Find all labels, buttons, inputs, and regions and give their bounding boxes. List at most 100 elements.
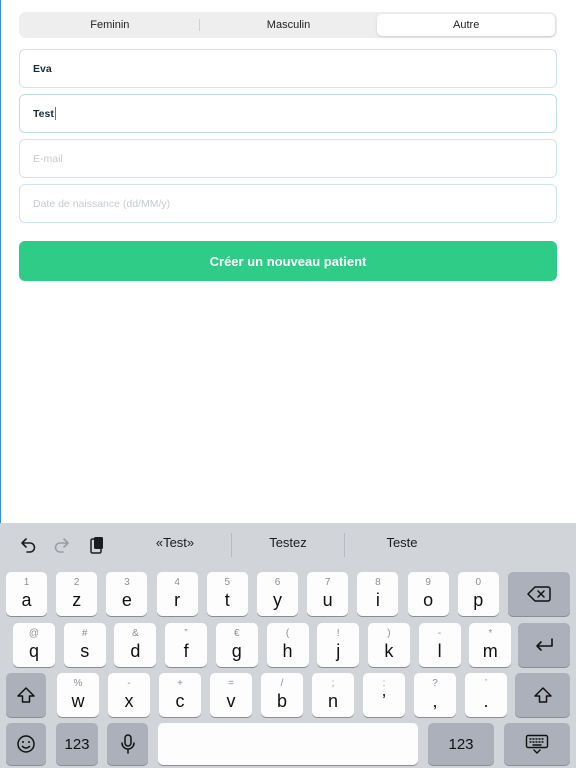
numbers-key-label: 123	[64, 735, 90, 753]
key-secondary-label: )	[387, 628, 391, 639]
key-row2-9[interactable]: * m	[469, 623, 512, 667]
key-secondary-label: ”	[184, 628, 188, 639]
last-name-field[interactable]: Test	[19, 94, 557, 133]
key-primary-label: z	[72, 590, 82, 610]
key-primary-label: n	[327, 691, 338, 711]
key-row2-8[interactable]: -l	[418, 623, 461, 667]
key-row1-4[interactable]: 5t	[206, 572, 248, 616]
suggestion-3[interactable]: Teste	[347, 535, 457, 550]
segment-feminin[interactable]: Feminin	[21, 14, 199, 36]
key-primary-label: .	[483, 691, 489, 711]
key-secondary-label: 0	[475, 577, 482, 588]
key-secondary-label: -	[127, 678, 131, 689]
key-row2-3[interactable]: ” f	[165, 623, 208, 667]
return-key[interactable]	[518, 623, 570, 667]
delete-key[interactable]	[508, 572, 570, 616]
key-secondary-label: 2	[73, 577, 80, 588]
key-primary-label: u	[322, 590, 333, 610]
key-secondary-label: 1	[23, 577, 30, 588]
key-primary-label: t	[224, 590, 230, 610]
key-primary-label: e	[121, 590, 132, 610]
keyboard-dismiss-icon	[525, 734, 549, 754]
key-row3-4[interactable]: / b	[261, 673, 303, 717]
email-placeholder: E-mail	[33, 152, 63, 165]
key-row2-0[interactable]: @ q	[13, 623, 55, 667]
key-secondary-label: +	[177, 678, 183, 689]
numbers-key-left[interactable]: 123	[56, 723, 98, 765]
key-secondary-label: 9	[425, 577, 431, 588]
dismiss-keyboard-key[interactable]	[504, 723, 570, 765]
key-row2-6[interactable]: ! j	[317, 623, 360, 667]
key-row3-8[interactable]: ’.	[465, 673, 507, 717]
key-primary-label: h	[282, 641, 293, 661]
key-row2-1[interactable]: # s	[63, 623, 106, 667]
key-primary-label: b	[276, 691, 287, 711]
space-key[interactable]	[158, 723, 418, 765]
redo-icon[interactable]	[50, 533, 74, 557]
segment-autre[interactable]: Autre	[377, 14, 556, 36]
key-secondary-label: /	[280, 678, 284, 689]
last-name-value: Test	[33, 107, 54, 120]
suggestion-2[interactable]: Testez	[233, 535, 343, 550]
key-row3-7[interactable]: ?,	[414, 673, 456, 717]
key-row1-5[interactable]: 6y	[257, 572, 298, 616]
key-primary-label: x	[124, 691, 134, 711]
key-row1-6[interactable]: 7u	[307, 572, 349, 616]
key-primary-label: o	[423, 590, 434, 610]
key-primary-label: v	[226, 691, 236, 711]
key-row2-2[interactable]: & d	[114, 623, 157, 667]
key-row1-9[interactable]: 0p	[457, 572, 499, 616]
numbers-key-label: 123	[448, 735, 474, 753]
paste-icon[interactable]	[85, 533, 109, 557]
key-row1-1[interactable]: 2z	[56, 572, 98, 616]
suggestion-divider	[344, 533, 345, 557]
key-primary-label: g	[231, 641, 242, 661]
key-row2-5[interactable]: (h	[266, 623, 309, 667]
key-primary-label: m	[482, 641, 498, 661]
key-row3-3[interactable]: = v	[210, 673, 252, 717]
key-row1-8[interactable]: 9o	[407, 572, 449, 616]
key-primary-label: a	[21, 590, 32, 610]
undo-icon[interactable]	[16, 533, 40, 557]
return-icon	[536, 638, 553, 651]
key-row1-7[interactable]: 8i	[357, 572, 399, 616]
emoji-key[interactable]	[6, 723, 46, 765]
key-primary-label: j	[336, 641, 341, 661]
key-row3-2[interactable]: + c	[159, 673, 201, 717]
shift-key-left[interactable]	[6, 673, 46, 717]
first-name-value: Eva	[33, 62, 52, 75]
dictation-key[interactable]	[107, 723, 148, 765]
key-secondary-label: !	[336, 628, 340, 639]
shift-key-right[interactable]	[515, 673, 570, 717]
create-patient-button[interactable]: Créer un nouveau patient	[19, 241, 557, 281]
birthdate-field[interactable]: Date de naissance (dd/MM/y)	[19, 184, 557, 223]
window-edge	[0, 0, 1, 523]
segment-masculin[interactable]: Masculin	[200, 14, 378, 36]
key-primary-label: i	[375, 590, 380, 610]
key-primary-label: ’	[382, 691, 386, 711]
suggestion-divider	[231, 533, 232, 557]
key-primary-label: ,	[432, 691, 438, 711]
key-row2-7[interactable]: ) k	[367, 623, 410, 667]
key-row3-5[interactable]: ; n	[312, 673, 354, 717]
key-row1-3[interactable]: 4r	[156, 572, 198, 616]
key-secondary-label: 3	[124, 577, 130, 588]
key-secondary-label: 5	[224, 577, 231, 588]
key-secondary-label: -	[437, 628, 442, 639]
key-row3-1[interactable]: -x	[108, 673, 150, 717]
key-secondary-label: :	[382, 678, 386, 689]
key-primary-label: l	[437, 641, 442, 661]
first-name-field[interactable]: Eva	[19, 49, 557, 88]
microphone-icon	[120, 734, 135, 754]
key-secondary-label: 8	[375, 577, 381, 588]
key-secondary-label: #	[81, 628, 88, 639]
email-field[interactable]: E-mail	[19, 139, 557, 178]
key-primary-label: q	[28, 641, 39, 661]
key-row3-0[interactable]: % w	[57, 673, 99, 717]
numbers-key-right[interactable]: 123	[428, 723, 494, 765]
suggestion-1[interactable]: «Test»	[120, 535, 230, 550]
key-row1-2[interactable]: 3e	[106, 572, 148, 616]
key-row1-0[interactable]: 1a	[6, 572, 47, 616]
key-row3-6[interactable]: :’	[363, 673, 405, 717]
key-row2-4[interactable]: € g	[215, 623, 258, 667]
